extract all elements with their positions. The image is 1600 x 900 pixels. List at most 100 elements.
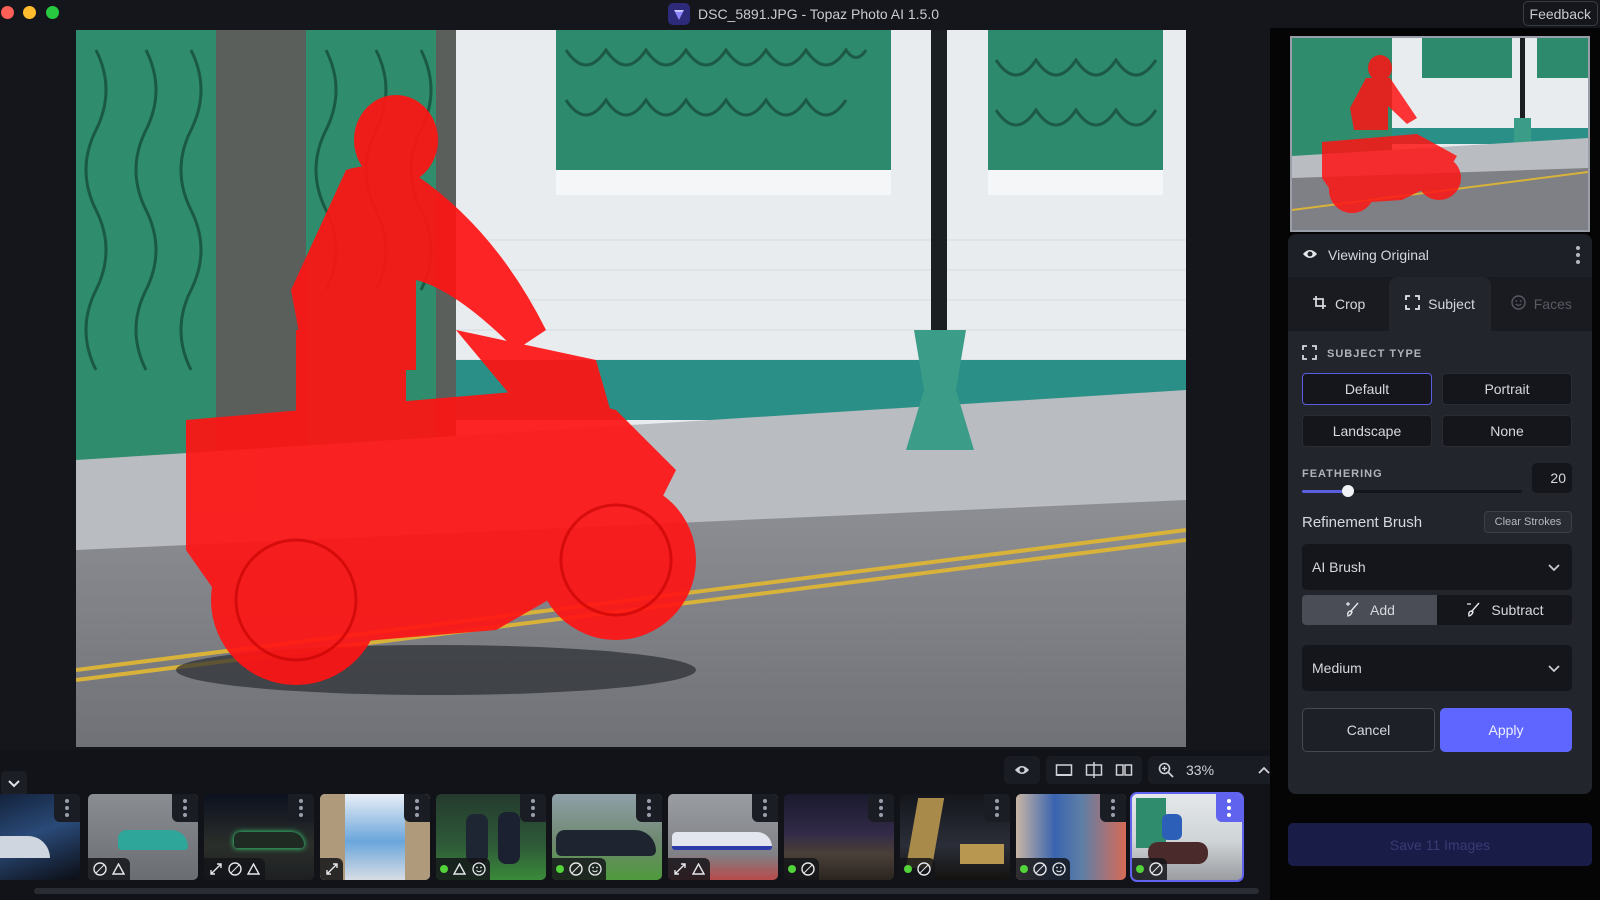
- preview-eye-icon[interactable]: [1012, 760, 1032, 780]
- thumbnail-menu-button[interactable]: [404, 794, 430, 822]
- image-canvas: [0, 28, 1270, 750]
- window-title-text: DSC_5891.JPG - Topaz Photo AI 1.5.0: [698, 6, 940, 22]
- tool-tabs: Crop Subject Faces: [1288, 277, 1592, 331]
- denoise-icon: [227, 862, 242, 877]
- minimize-window-button[interactable]: [23, 6, 36, 19]
- tab-faces[interactable]: Faces: [1491, 277, 1592, 331]
- brush-subtract-button[interactable]: Subtract: [1437, 595, 1572, 625]
- denoise-icon: [1032, 862, 1047, 877]
- triangle-warning-icon: [246, 862, 261, 877]
- triangle-warning-icon: [691, 862, 706, 877]
- upscale-arrows-icon: [324, 862, 339, 877]
- thumbnail-badges: [784, 858, 819, 880]
- status-ready-dot: [904, 865, 912, 873]
- thumbnail-classic-car-show[interactable]: [552, 794, 662, 880]
- thumbnail-menu-button[interactable]: [1100, 794, 1126, 822]
- tab-subject[interactable]: Subject: [1389, 277, 1491, 331]
- thumbnail-le-mans-prototype[interactable]: [668, 794, 778, 880]
- thumbnail-badges: [668, 858, 710, 880]
- subject-type-portrait[interactable]: Portrait: [1442, 373, 1572, 405]
- face-icon: [1511, 295, 1526, 313]
- feathering-slider-handle[interactable]: [1342, 485, 1355, 497]
- thumbnail-badges: [1016, 858, 1070, 880]
- settings-card: Viewing Original Crop Subject Faces SUBJ…: [1288, 234, 1592, 794]
- chevron-down-icon: [1548, 559, 1560, 575]
- more-options-button[interactable]: [1576, 246, 1580, 264]
- status-ready-dot: [556, 865, 564, 873]
- thumbnail-stairway-sky[interactable]: [320, 794, 430, 880]
- status-ready-dot: [788, 865, 796, 873]
- window-title: DSC_5891.JPG - Topaz Photo AI 1.5.0: [668, 3, 940, 25]
- brush-mode-toggle: Add Subtract: [1302, 595, 1572, 625]
- thumbnail-race-car-night[interactable]: [204, 794, 314, 880]
- subject-frame-icon: [1302, 345, 1317, 363]
- clear-strokes-button[interactable]: Clear Strokes: [1484, 511, 1572, 533]
- thumbnail-street-scene[interactable]: [1016, 794, 1126, 880]
- refinement-brush-label: Refinement Brush: [1302, 514, 1423, 531]
- cancel-button[interactable]: Cancel: [1302, 708, 1435, 752]
- view-tools: 33%: [1004, 756, 1282, 786]
- main-photo[interactable]: [76, 30, 1186, 747]
- thumbnail-menu-button[interactable]: [520, 794, 546, 822]
- status-ready-dot: [440, 865, 448, 873]
- thumbnail-night-dome-lights[interactable]: [0, 794, 80, 880]
- thumbnail-race-car-green[interactable]: [88, 794, 198, 880]
- thumbnail-skyscraper-night[interactable]: [900, 794, 1010, 880]
- denoise-icon: [568, 862, 583, 877]
- brush-size-dropdown[interactable]: Medium: [1302, 645, 1572, 691]
- thumbnail-menu-button[interactable]: [172, 794, 198, 822]
- feedback-button[interactable]: Feedback: [1522, 1, 1598, 26]
- subject-type-none[interactable]: None: [1442, 415, 1572, 447]
- side-panel: Viewing Original Crop Subject Faces SUBJ…: [1270, 28, 1600, 900]
- face-recovery-icon: [587, 862, 602, 877]
- thumbnail-motorcycle-rider[interactable]: [1130, 792, 1244, 882]
- split-view-icon[interactable]: [1084, 760, 1104, 780]
- topaz-gem-icon: [668, 3, 690, 25]
- feathering-slider[interactable]: [1302, 485, 1522, 497]
- triangle-warning-icon: [111, 862, 126, 877]
- thumbnail-badges: [552, 858, 606, 880]
- save-images-button[interactable]: Save 11 Images: [1288, 823, 1592, 866]
- thumbnail-badges: [88, 858, 130, 880]
- apply-button[interactable]: Apply: [1440, 708, 1572, 752]
- filmstrip-scrollbar[interactable]: [34, 888, 1259, 894]
- zoom-level: 33%: [1186, 762, 1215, 778]
- crop-icon: [1312, 295, 1327, 313]
- navigator-preview[interactable]: [1290, 36, 1590, 232]
- denoise-icon: [800, 862, 815, 877]
- thumbnail-menu-button[interactable]: [868, 794, 894, 822]
- face-recovery-icon: [1051, 862, 1066, 877]
- subject-type-default[interactable]: Default: [1302, 373, 1432, 405]
- thumbnail-menu-button[interactable]: [752, 794, 778, 822]
- denoise-icon: [92, 862, 107, 877]
- thumbnail-badges: [320, 858, 343, 880]
- single-view-icon[interactable]: [1054, 760, 1074, 780]
- thumbnail-menu-button[interactable]: [288, 794, 314, 822]
- thumbnail-rugby-players[interactable]: [436, 794, 546, 880]
- thumbnail-menu-button[interactable]: [54, 794, 80, 822]
- side-by-side-icon[interactable]: [1114, 760, 1134, 780]
- triangle-warning-icon: [452, 862, 467, 877]
- subject-type-landscape[interactable]: Landscape: [1302, 415, 1432, 447]
- maximize-window-button[interactable]: [46, 6, 59, 19]
- feathering-label: FEATHERING: [1302, 468, 1383, 480]
- thumbnail-menu-button[interactable]: [636, 794, 662, 822]
- upscale-arrows-icon: [208, 862, 223, 877]
- close-window-button[interactable]: [1, 6, 14, 19]
- title-bar: DSC_5891.JPG - Topaz Photo AI 1.5.0 Feed…: [0, 0, 1600, 28]
- brush-type-dropdown[interactable]: AI Brush: [1302, 544, 1572, 590]
- brush-add-button[interactable]: Add: [1302, 595, 1437, 625]
- thumbnail-city-skyline-night[interactable]: [784, 794, 894, 880]
- thumbnail-menu-button[interactable]: [984, 794, 1010, 822]
- zoom-magnifier-icon[interactable]: [1156, 760, 1176, 780]
- tab-crop[interactable]: Crop: [1288, 277, 1389, 331]
- view-mode-group: [1046, 756, 1142, 784]
- thumbnail-menu-button[interactable]: [1216, 794, 1242, 822]
- filmstrip: [0, 792, 1270, 882]
- chevron-down-icon: [1548, 660, 1560, 676]
- feathering-value-input[interactable]: 20: [1532, 463, 1572, 493]
- denoise-icon: [916, 862, 931, 877]
- zoom-control[interactable]: 33%: [1148, 756, 1282, 784]
- thumbnail-badges: [1132, 858, 1167, 880]
- brush-subtract-icon: [1465, 601, 1483, 620]
